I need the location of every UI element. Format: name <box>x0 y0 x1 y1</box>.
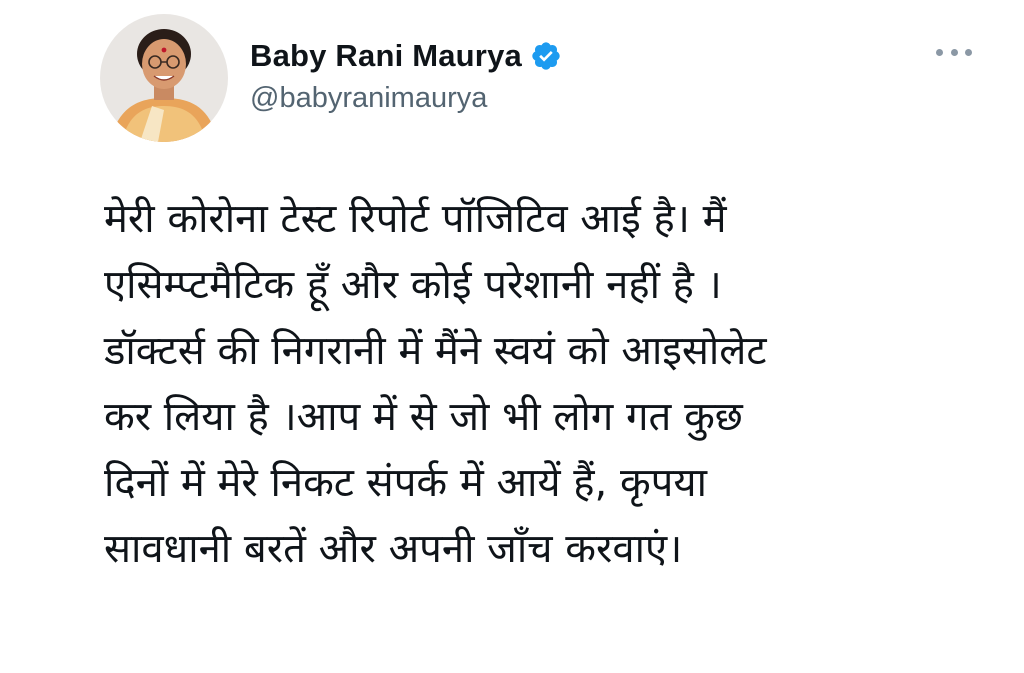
tweet-card: Baby Rani Maurya @babyranimaurya मेरी को… <box>0 0 1024 673</box>
tweet-text-line: मेरी कोरोना टेस्ट रिपोर्ट पॉजिटिव आई है।… <box>104 196 727 242</box>
avatar-image <box>100 14 228 142</box>
name-row: Baby Rani Maurya <box>250 38 562 74</box>
tweet-text-line: कर लिया है ।आप में से जो भी लोग गत कुछ <box>104 394 743 440</box>
tweet-text-line: एसिम्प्टमैटिक हूँ और कोई परेशानी नहीं है… <box>104 262 722 308</box>
tweet-header: Baby Rani Maurya @babyranimaurya <box>100 14 562 142</box>
more-options-icon-dot <box>965 48 972 56</box>
tweet-text-line: दिनों में मेरे निकट संपर्क में आयें हैं,… <box>104 460 707 506</box>
more-options-button[interactable] <box>930 38 978 66</box>
tweet-text: मेरी कोरोना टेस्ट रिपोर्ट पॉजिटिव आई है।… <box>104 186 984 582</box>
author-display-name[interactable]: Baby Rani Maurya <box>250 38 522 74</box>
author-identity: Baby Rani Maurya @babyranimaurya <box>250 38 562 115</box>
tweet-text-line: सावधानी बरतें और अपनी जाँच करवाएं। <box>104 526 683 572</box>
more-options-icon <box>936 48 943 56</box>
author-handle[interactable]: @babyranimaurya <box>250 82 562 115</box>
avatar[interactable] <box>100 14 228 142</box>
tweet-text-line: डॉक्टर्स की निगरानी में मैंने स्वयं को आ… <box>104 328 767 374</box>
verified-badge-icon <box>530 40 562 72</box>
more-options-icon-dot <box>950 48 958 56</box>
